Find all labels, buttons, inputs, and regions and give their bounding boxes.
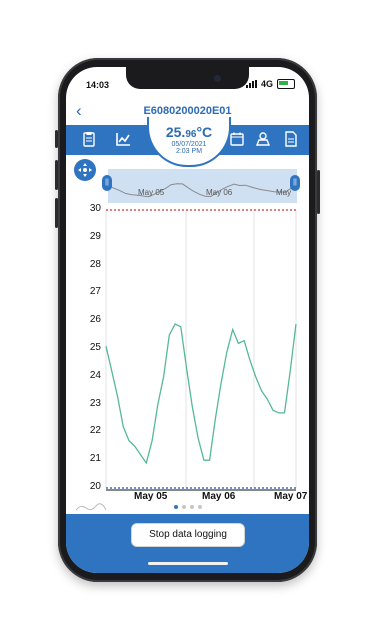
reading-date: 05/07/2021 <box>171 141 207 148</box>
temp-decimal: 96 <box>185 129 197 140</box>
current-temperature: 25.96°C <box>149 124 229 140</box>
app-screen: 14:03 4G ‹ E6080200020E01 25.96°C 05/07/… <box>66 67 309 573</box>
overview-range[interactable] <box>107 169 298 203</box>
overview-sparkline <box>107 183 298 198</box>
temp-main: 25. <box>165 124 186 140</box>
y-tick-label: 30 <box>89 203 101 214</box>
volume-down-button <box>55 198 58 228</box>
chart-icon[interactable] <box>114 130 132 148</box>
y-tick-label: 29 <box>89 230 101 242</box>
overview-label: May 06 <box>206 188 233 197</box>
notch <box>126 67 249 89</box>
y-tick-label: 25 <box>89 342 101 353</box>
page-indicator <box>66 505 309 509</box>
device-title: E6080200020E01 <box>143 105 232 117</box>
y-tick-label: 24 <box>89 369 101 381</box>
overview-label: May <box>276 188 292 197</box>
document-icon[interactable] <box>282 130 300 148</box>
silent-switch <box>55 130 58 148</box>
clipboard-icon[interactable] <box>80 130 98 148</box>
y-tick-label: 20 <box>89 481 101 492</box>
chart-canvas <box>105 209 297 491</box>
status-icons: 4G <box>245 79 295 89</box>
x-tick-label: May 05 <box>134 491 168 502</box>
reading-time: 2:03 PM <box>175 148 203 155</box>
range-handle-right[interactable]: || <box>290 175 300 191</box>
power-button <box>317 170 320 214</box>
y-tick-label: 27 <box>89 286 101 298</box>
status-time: 14:03 <box>86 80 110 90</box>
expand-icon[interactable] <box>74 159 96 181</box>
temp-unit: °C <box>196 124 213 140</box>
current-reading: 25.96°C 05/07/2021 2:03 PM <box>147 117 231 167</box>
y-tick-label: 22 <box>89 425 101 437</box>
front-camera <box>214 75 221 82</box>
volume-up-button <box>55 160 58 190</box>
overview-label: May 05 <box>138 188 165 197</box>
y-tick-label: 26 <box>89 314 101 326</box>
x-tick-label: May 07 <box>274 491 308 502</box>
temperature-series-line <box>105 323 297 465</box>
signal-icon <box>245 80 257 88</box>
stop-logging-button[interactable]: Stop data logging <box>131 523 245 547</box>
range-handle-left[interactable]: || <box>102 175 112 191</box>
x-tick-label: May 06 <box>202 491 236 502</box>
y-tick-label: 21 <box>89 453 101 465</box>
map-user-icon[interactable] <box>254 130 272 148</box>
battery-icon <box>277 79 295 89</box>
network-label: 4G <box>260 79 273 89</box>
temperature-chart[interactable] <box>66 204 309 504</box>
y-tick-label: 23 <box>89 397 101 409</box>
home-indicator <box>148 562 228 565</box>
calendar-icon[interactable] <box>228 130 246 148</box>
y-tick-label: 28 <box>89 258 101 270</box>
